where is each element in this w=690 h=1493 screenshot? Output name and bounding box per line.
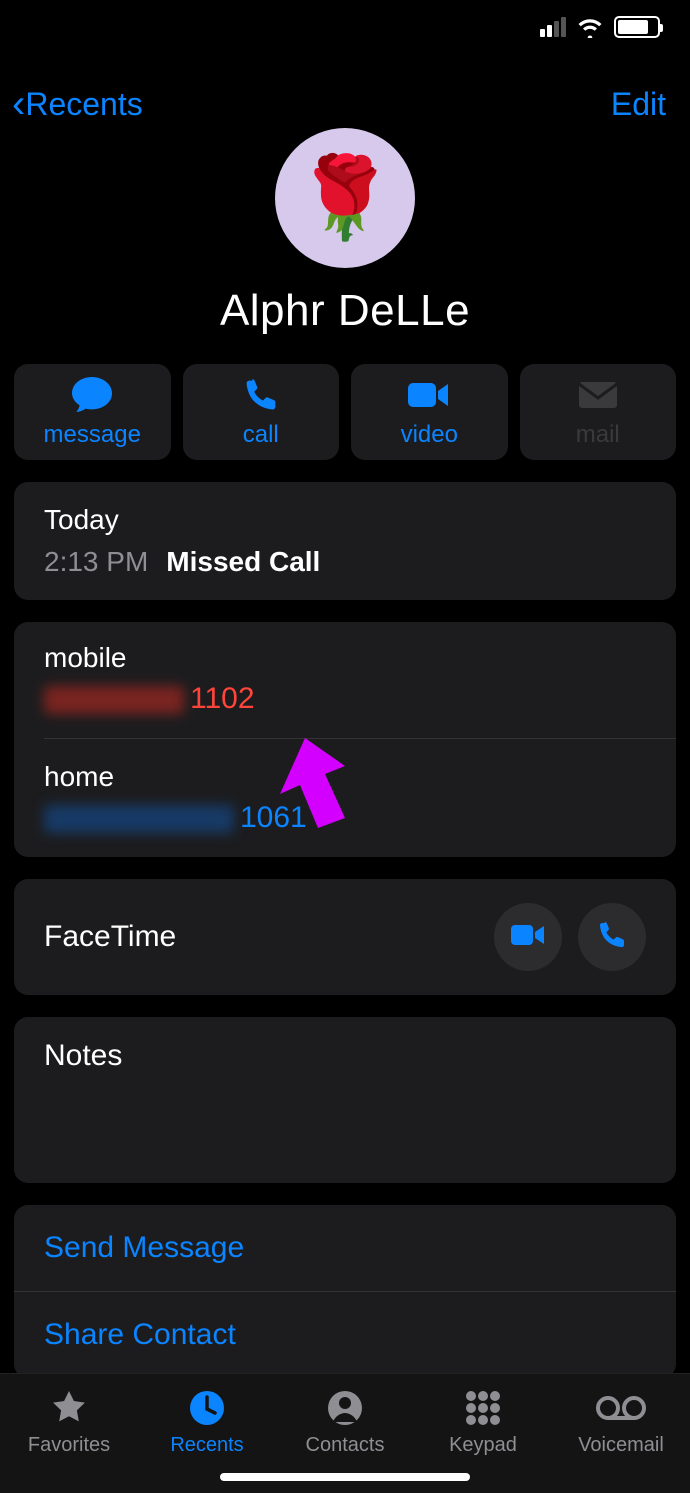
person-icon <box>325 1388 365 1428</box>
redacted-home-prefix <box>44 805 234 833</box>
call-log-day: Today <box>44 504 646 536</box>
phones-card: mobile 1102 home 1061 <box>14 622 676 857</box>
tab-label: Favorites <box>28 1434 110 1457</box>
clock-icon <box>187 1388 227 1428</box>
tab-favorites[interactable]: Favorites <box>0 1388 138 1457</box>
phone-mobile-value: 1102 <box>44 682 646 716</box>
status-bar <box>0 0 690 54</box>
message-icon <box>70 375 114 415</box>
tab-contacts[interactable]: Contacts <box>276 1388 414 1457</box>
voicemail-icon <box>596 1388 646 1428</box>
video-label: video <box>401 421 458 449</box>
call-log-time: 2:13 PM <box>44 546 148 578</box>
cellular-signal-icon <box>540 17 566 37</box>
mail-button: mail <box>520 364 677 460</box>
rose-icon: 🌹 <box>295 151 395 245</box>
tab-label: Contacts <box>306 1434 385 1457</box>
tab-label: Voicemail <box>578 1434 664 1457</box>
tab-voicemail[interactable]: Voicemail <box>552 1388 690 1457</box>
call-button[interactable]: call <box>183 364 340 460</box>
redacted-mobile-prefix <box>44 686 184 714</box>
battery-icon <box>614 16 660 38</box>
divider <box>44 738 676 739</box>
facetime-label: FaceTime <box>44 920 176 954</box>
avatar[interactable]: 🌹 <box>275 128 415 268</box>
send-message-button[interactable]: Send Message <box>14 1205 676 1292</box>
nav-bar: ‹ Recents Edit <box>0 54 690 132</box>
call-label: call <box>243 421 279 449</box>
video-button[interactable]: video <box>351 364 508 460</box>
chevron-left-icon: ‹ <box>12 84 25 124</box>
message-button[interactable]: message <box>14 364 171 460</box>
contact-name: Alphr DeLLe <box>220 286 470 336</box>
notes-label: Notes <box>44 1039 646 1073</box>
back-button[interactable]: ‹ Recents <box>12 84 143 124</box>
keypad-icon <box>463 1388 503 1428</box>
phone-mobile-row[interactable]: mobile 1102 <box>44 642 646 716</box>
star-icon <box>49 1388 89 1428</box>
video-icon <box>406 375 452 415</box>
tab-label: Recents <box>170 1434 243 1457</box>
phone-icon <box>243 375 279 415</box>
call-log-status: Missed Call <box>166 546 320 578</box>
call-log-card: Today 2:13 PM Missed Call <box>14 482 676 600</box>
phone-home-value: 1061 <box>44 801 646 835</box>
facetime-video-button[interactable] <box>494 903 562 971</box>
video-icon <box>510 922 546 953</box>
phone-home-row[interactable]: home 1061 <box>44 761 646 835</box>
edit-button[interactable]: Edit <box>611 86 666 123</box>
tab-label: Keypad <box>449 1434 517 1457</box>
wifi-icon <box>576 16 604 38</box>
tab-bar: Favorites Recents Contacts Keypad Voicem… <box>0 1373 690 1493</box>
mail-icon <box>577 375 619 415</box>
mail-label: mail <box>576 421 620 449</box>
share-contact-button[interactable]: Share Contact <box>14 1292 676 1378</box>
facetime-audio-button[interactable] <box>578 903 646 971</box>
contact-header: 🌹 Alphr DeLLe <box>0 128 690 336</box>
message-label: message <box>44 421 141 449</box>
phone-mobile-label: mobile <box>44 642 646 674</box>
back-label: Recents <box>25 86 142 123</box>
phone-home-label: home <box>44 761 646 793</box>
phone-icon <box>597 920 627 955</box>
contact-actions-card: Send Message Share Contact <box>14 1205 676 1378</box>
tab-recents[interactable]: Recents <box>138 1388 276 1457</box>
facetime-card: FaceTime <box>14 879 676 995</box>
action-row: message call video mail <box>0 336 690 460</box>
tab-keypad[interactable]: Keypad <box>414 1388 552 1457</box>
notes-card[interactable]: Notes <box>14 1017 676 1183</box>
home-indicator[interactable] <box>220 1473 470 1481</box>
